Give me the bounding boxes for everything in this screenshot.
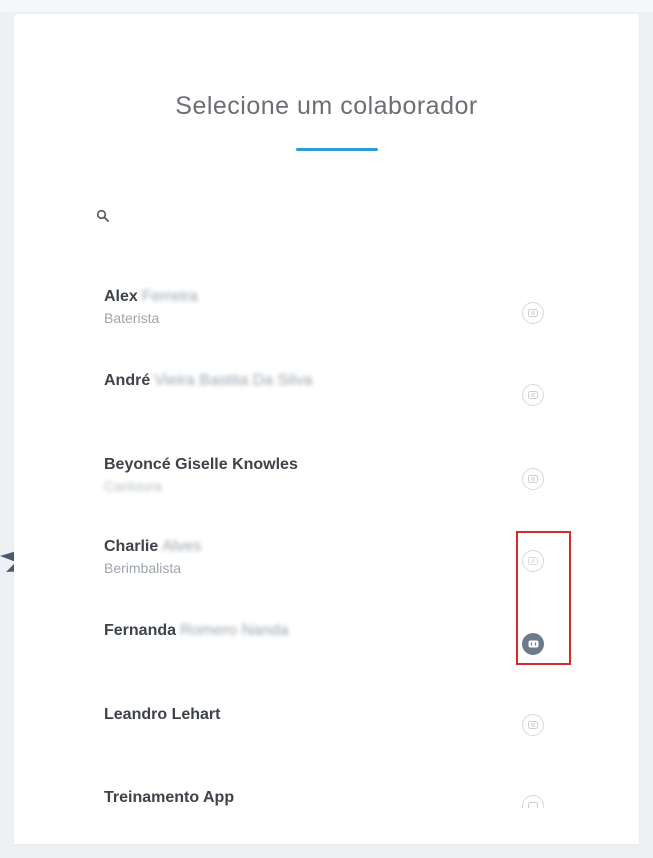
first-name: Alex [104,288,138,305]
chat-button[interactable] [522,302,544,324]
list-bottom-clip [14,808,639,844]
first-name: Charlie [104,538,159,555]
last-name-redacted: Vieira Bastita Da Silva [154,372,313,389]
chat-icon [528,309,538,317]
first-name: André [104,372,151,389]
collaborator-list: Alex Ferreira Baterista André Vieira Basti… [0,0,653,858]
chat-icon [528,391,538,399]
list-item[interactable]: Beyoncé Giselle Knowles Cantoura [104,456,564,506]
list-item[interactable]: André Vieira Bastita Da Silva [104,372,564,422]
last-name-redacted: Ferreira [141,288,198,305]
first-name: Treinamento App [104,789,235,806]
collaborator-name: Fernanda Romero Nanda [104,622,289,640]
highlight-annotation-box [516,531,571,665]
collaborator-name: Alex Ferreira [104,288,198,306]
collaborator-name: Beyoncé Giselle Knowles [104,456,298,474]
collaborator-role-redacted: Cantoura [104,478,162,494]
first-name: Leandro Lehart [104,706,221,723]
last-name-redacted: Romero Nanda [180,622,289,639]
first-name: Beyoncé Giselle Knowles [104,456,298,473]
collaborator-role: Baterista [104,310,160,326]
first-name: Fernanda [104,622,177,639]
collaborator-role: Berimbalista [104,560,182,576]
chat-button[interactable] [522,384,544,406]
collaborator-name: Leandro Lehart [104,706,220,724]
chat-icon [528,475,538,483]
last-name-redacted: Alves [162,538,202,555]
chat-button[interactable] [522,468,544,490]
list-item[interactable]: Charlie Alves Berimbalista [104,538,564,588]
collaborator-name: Treinamento App [104,789,234,807]
list-item[interactable]: Leandro Lehart [104,706,564,756]
collaborator-name: André Vieira Bastita Da Silva [104,372,312,390]
chat-button[interactable] [522,714,544,736]
collaborator-name: Charlie Alves [104,538,201,556]
chat-icon [528,721,538,729]
list-item[interactable]: Fernanda Romero Nanda [104,622,564,672]
list-item[interactable]: Alex Ferreira Baterista [104,288,564,338]
